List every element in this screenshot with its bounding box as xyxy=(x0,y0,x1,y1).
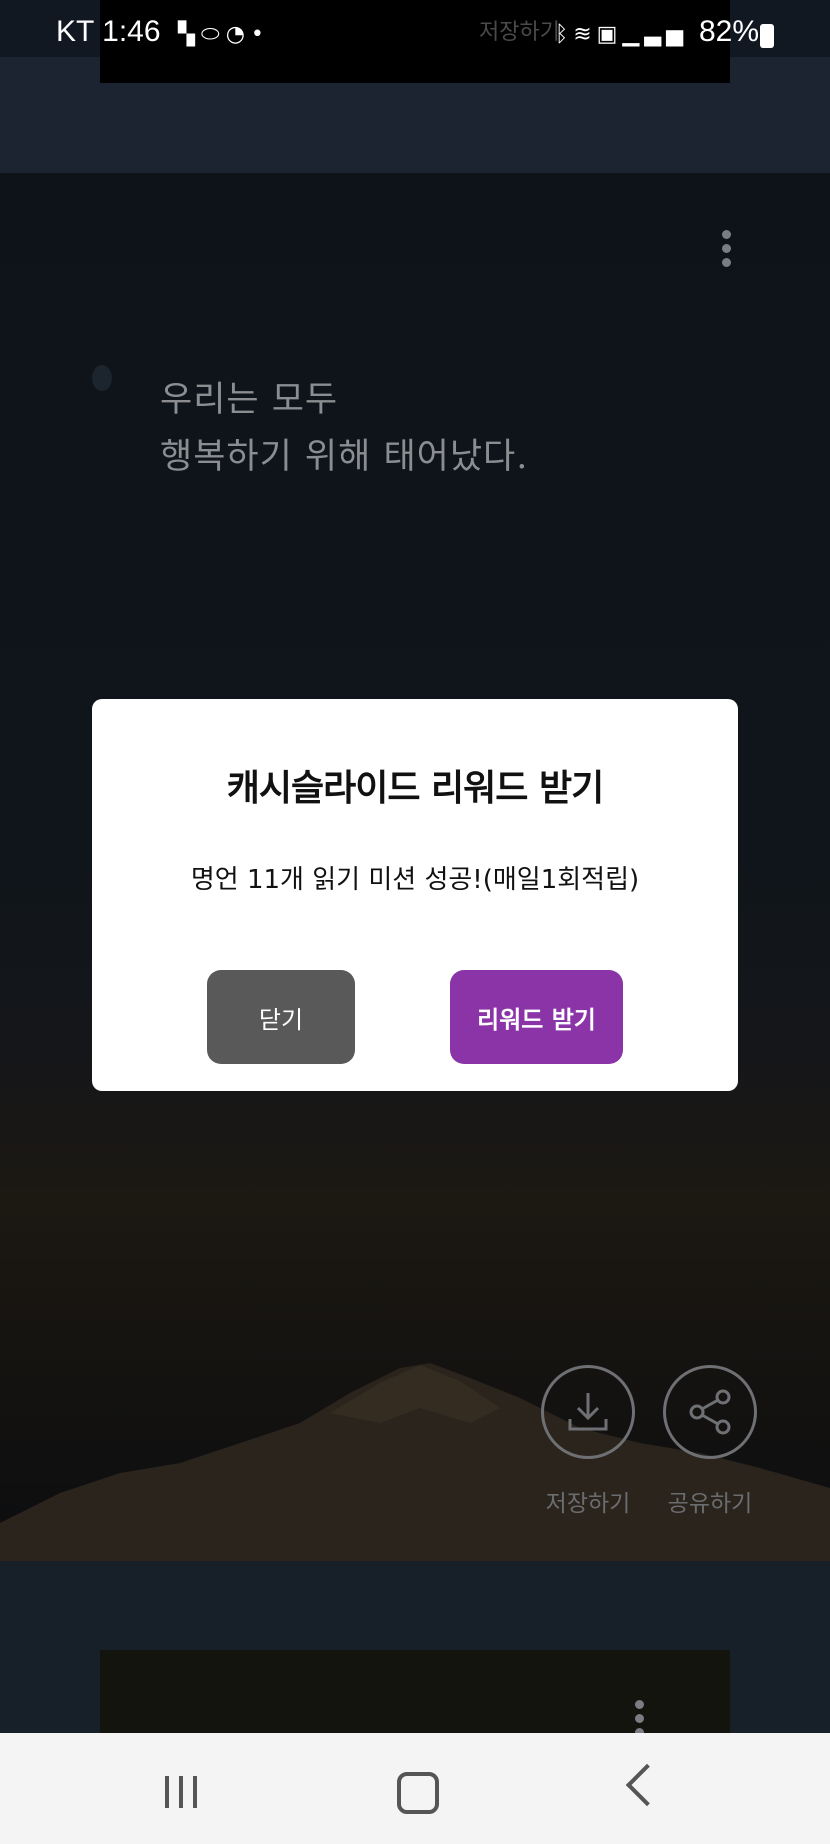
bluetooth-icon: ᛒ xyxy=(555,22,574,47)
notification-icon: ▚ xyxy=(178,22,201,47)
get-reward-button[interactable]: 리워드 받기 xyxy=(450,970,623,1064)
share-icon xyxy=(689,1389,731,1435)
clock-icon: ◔ xyxy=(225,22,251,47)
home-icon[interactable] xyxy=(397,1772,439,1814)
close-button[interactable]: 닫기 xyxy=(207,970,355,1064)
quote-line-2: 행복하기 위해 태어났다. xyxy=(160,437,529,477)
more-options-icon[interactable] xyxy=(720,230,732,272)
share-button[interactable] xyxy=(663,1365,757,1459)
dialog-title: 캐시슬라이드 리워드 받기 xyxy=(226,768,604,809)
signal-icon: ▁▃▅ xyxy=(622,22,689,47)
reward-dialog: 캐시슬라이드 리워드 받기 명언 11개 읽기 미션 성공!(매일1회적립) 닫… xyxy=(92,699,738,1091)
hd-icon: ▣ xyxy=(596,22,623,47)
dot-icon: • xyxy=(250,22,270,47)
carrier-time: KT 1:46 xyxy=(56,15,161,48)
wifi-icon: ≋ xyxy=(573,22,597,47)
notification-icons: ▚⬭◔• xyxy=(178,22,270,47)
system-icons: ᛒ≋▣▁▃▅ xyxy=(555,22,688,47)
quote-text: 우리는 모두 행복하기 위해 태어났다. xyxy=(160,372,680,486)
moon-decoration xyxy=(92,365,112,391)
dialog-message: 명언 11개 읽기 미션 성공!(매일1회적립) xyxy=(190,865,640,895)
battery-icon xyxy=(760,24,774,48)
save-button[interactable] xyxy=(541,1365,635,1459)
download-icon xyxy=(568,1393,608,1431)
status-ghost-text: 저장하기 xyxy=(479,20,560,45)
battery-percent: 82% xyxy=(699,15,760,48)
recents-icon[interactable] xyxy=(165,1776,207,1812)
quote-line-1: 우리는 모두 xyxy=(160,380,339,420)
save-label: 저장하기 xyxy=(545,1491,631,1517)
pill-icon: ⬭ xyxy=(200,22,226,47)
share-label: 공유하기 xyxy=(667,1491,753,1517)
